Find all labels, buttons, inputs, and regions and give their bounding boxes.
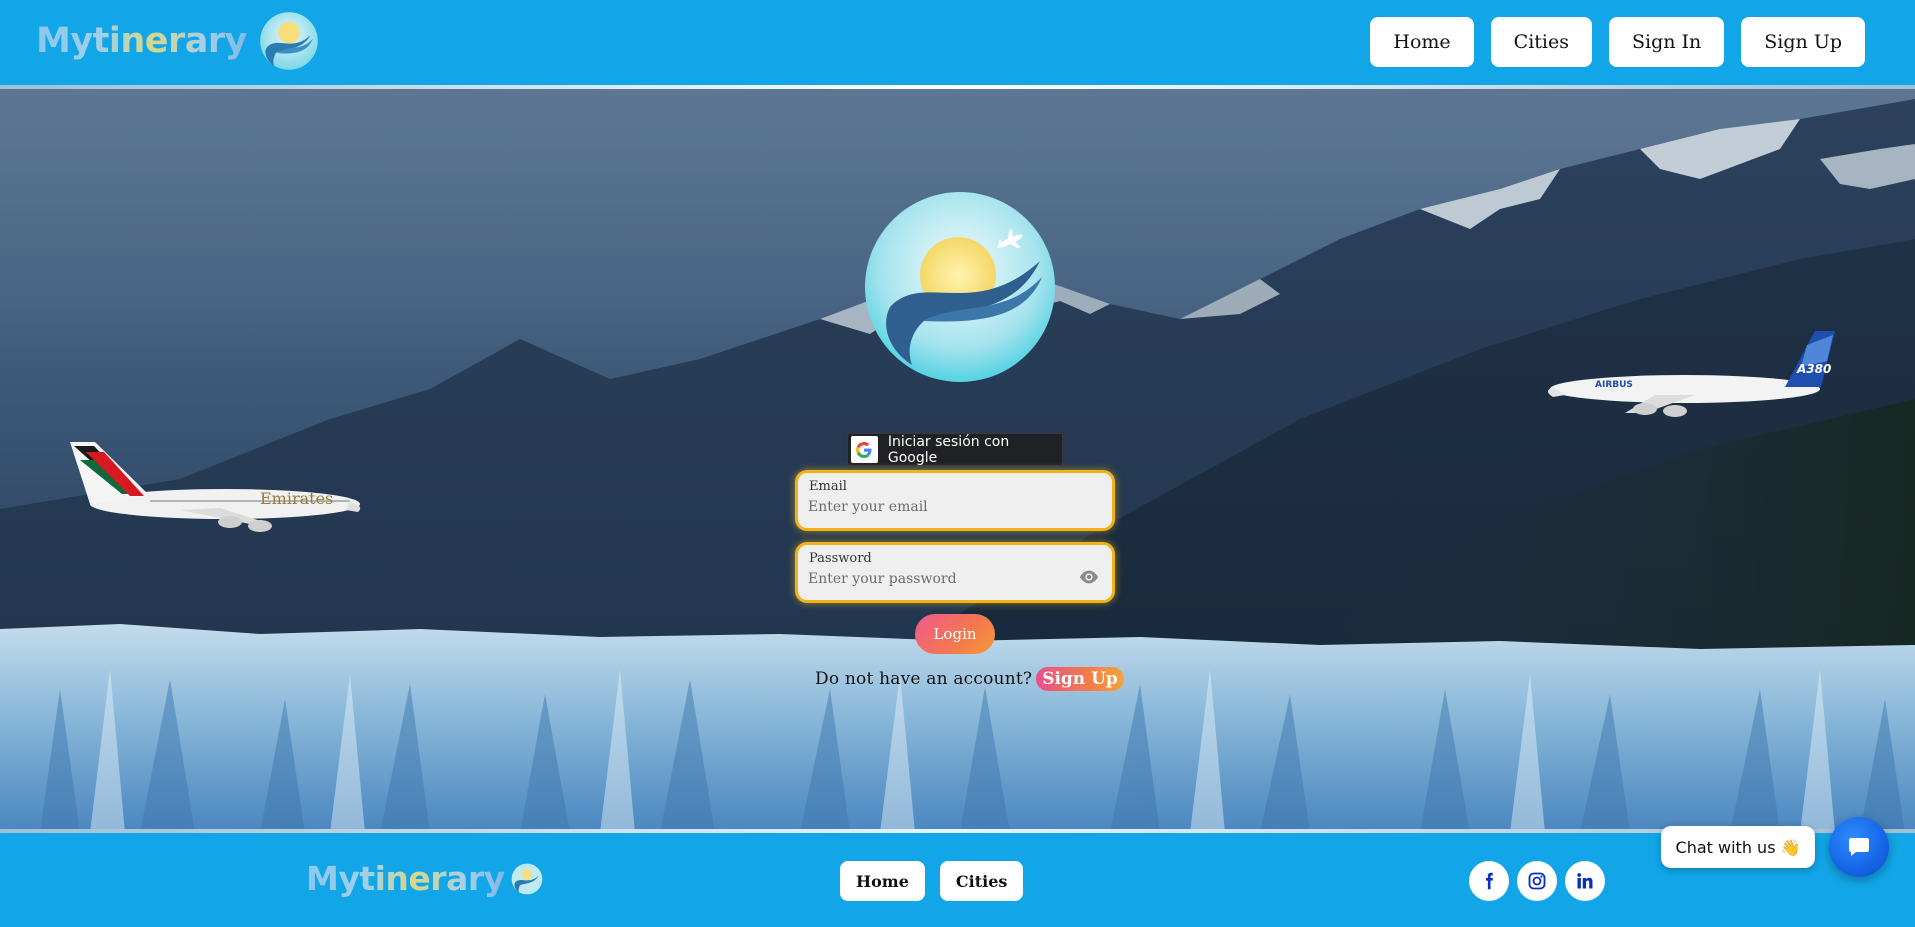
plane-left-livery: Emirates (260, 489, 333, 508)
brand-logo[interactable]: Mytinerary (36, 12, 319, 70)
email-input[interactable] (808, 499, 1068, 515)
signup-link[interactable]: Sign Up (1036, 667, 1124, 691)
footer-brand-logo-icon (511, 863, 543, 894)
footer-nav: Home Cities (840, 861, 1024, 901)
chat-with-us-bubble[interactable]: Chat with us 👋 (1661, 826, 1815, 868)
show-password-eye-icon[interactable] (1078, 569, 1100, 585)
password-label: Password (809, 551, 872, 566)
nav-cities-button[interactable]: Cities (1490, 17, 1592, 67)
facebook-icon[interactable] (1469, 861, 1509, 901)
password-input[interactable] (808, 571, 1068, 587)
google-signin-label: Iniciar sesión con Google (887, 433, 1010, 466)
social-links (1469, 861, 1605, 901)
instagram-icon[interactable] (1517, 861, 1557, 901)
google-icon (851, 436, 878, 463)
login-button[interactable]: Login (915, 614, 995, 654)
site-header: Mytinerary Home Cities Sign In Sign Up (0, 0, 1915, 85)
password-field: Password (795, 542, 1115, 603)
footer-home-button[interactable]: Home (840, 861, 925, 901)
chat-launcher-button[interactable] (1829, 817, 1889, 877)
chat-bubble-icon (1849, 838, 1869, 856)
main-nav: Home Cities Sign In Sign Up (1370, 17, 1865, 67)
signup-prompt-text: Do not have an account? (815, 669, 1033, 689)
emirates-plane-image: Emirates (70, 442, 361, 532)
brand-logo-icon (260, 12, 318, 70)
email-label: Email (809, 479, 847, 494)
nav-home-button[interactable]: Home (1370, 17, 1474, 67)
google-signin-button[interactable]: Iniciar sesión con Google (847, 433, 1063, 466)
chat-label: Chat with us (1675, 837, 1776, 857)
footer-brand[interactable]: Mytinerary (306, 859, 543, 898)
nav-signup-button[interactable]: Sign Up (1741, 17, 1865, 67)
airbus-plane-image: A380 AIRBUS (1548, 331, 1835, 417)
nav-signin-button[interactable]: Sign In (1609, 17, 1725, 67)
site-footer: Mytinerary Home Cities (0, 833, 1915, 927)
plane-right-tail-text: A380 (1796, 362, 1831, 376)
signup-prompt-row: Do not have an account? Sign Up (815, 666, 1124, 692)
plane-right-brand: AIRBUS (1595, 380, 1633, 390)
footer-cities-button[interactable]: Cities (939, 861, 1024, 901)
wave-emoji-icon: 👋 (1780, 837, 1801, 857)
email-field: Email (795, 470, 1115, 531)
linkedin-icon[interactable] (1565, 861, 1605, 901)
brand-name: Mytinerary (36, 21, 247, 61)
footer-brand-name: Mytinerary (306, 859, 505, 898)
hero-logo-icon (865, 192, 1055, 382)
